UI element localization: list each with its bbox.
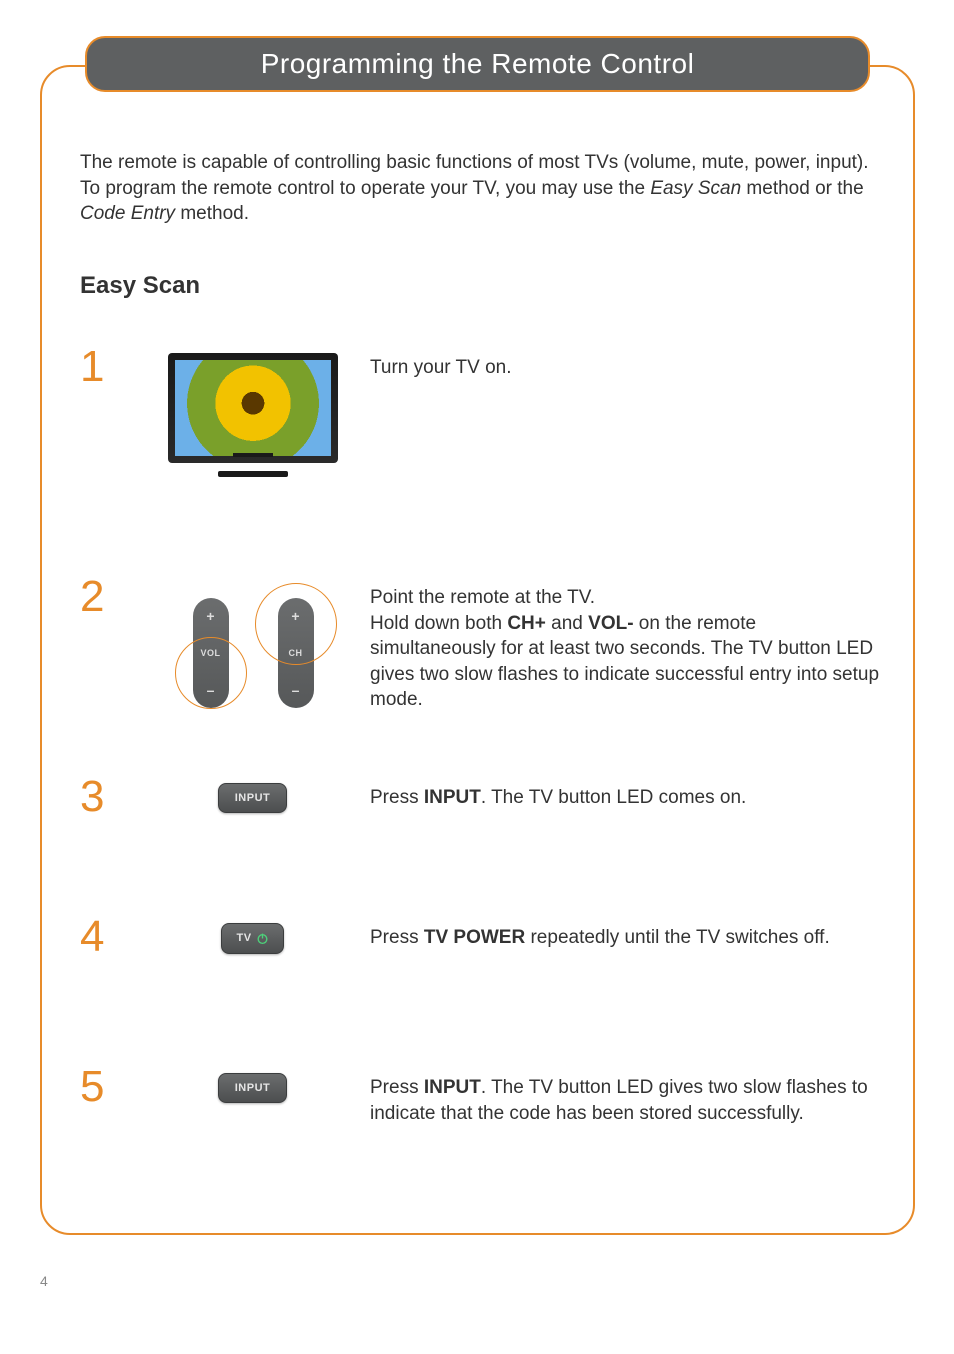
step-illustration: + VOL – + CH –: [135, 575, 370, 723]
plus-icon: +: [206, 608, 214, 624]
button-ref: INPUT: [424, 787, 481, 808]
step-text: Turn your TV on.: [370, 345, 880, 381]
minus-icon: –: [292, 682, 300, 698]
intro-method2: Code Entry: [80, 203, 175, 224]
highlight-circle-icon: [175, 637, 247, 709]
highlight-circle-icon: [255, 583, 337, 665]
button-ref: CH+: [507, 613, 546, 634]
step-number: 4: [80, 915, 135, 959]
input-button-icon: INPUT: [218, 783, 288, 813]
step-text-line: Press: [370, 1077, 424, 1098]
content-area: The remote is capable of controlling bas…: [80, 150, 880, 1195]
step-text-line: . The TV button LED comes on.: [481, 787, 746, 808]
input-label: INPUT: [235, 792, 271, 804]
step-3: 3 INPUT Press INPUT. The TV button LED c…: [80, 775, 880, 915]
step-number: 3: [80, 775, 135, 819]
page-number: 4: [40, 1273, 48, 1289]
step-text-line: Point the remote at the TV.: [370, 587, 595, 608]
intro-paragraph: The remote is capable of controlling bas…: [80, 150, 880, 227]
button-ref: TV POWER: [424, 927, 525, 948]
step-text-line: Press: [370, 927, 424, 948]
step-illustration: INPUT: [135, 1065, 370, 1103]
step-5: 5 INPUT Press INPUT. The TV button LED g…: [80, 1065, 880, 1195]
input-button-icon: INPUT: [218, 1073, 288, 1103]
step-number: 5: [80, 1065, 135, 1109]
step-text: Point the remote at the TV. Hold down bo…: [370, 575, 880, 713]
step-illustration: INPUT: [135, 775, 370, 813]
step-illustration: TV: [135, 915, 370, 954]
page-title-bar: Programming the Remote Control: [85, 36, 870, 92]
step-text-line: and: [546, 613, 588, 634]
page-title: Programming the Remote Control: [261, 48, 695, 80]
step-text-line: Press: [370, 787, 424, 808]
tv-power-button-icon: TV: [221, 923, 283, 954]
tv-icon: [168, 353, 338, 477]
step-text: Press INPUT. The TV button LED gives two…: [370, 1065, 880, 1126]
step-4: 4 TV Press TV POWER repeatedly until the…: [80, 915, 880, 1065]
button-ref: VOL-: [588, 613, 633, 634]
step-1: 1 Turn your TV on.: [80, 345, 880, 575]
step-text: Press INPUT. The TV button LED comes on.: [370, 775, 880, 811]
step-text: Press TV POWER repeatedly until the TV s…: [370, 915, 880, 951]
intro-method1: Easy Scan: [650, 178, 741, 199]
tv-label: TV: [236, 932, 251, 944]
step-number: 1: [80, 345, 135, 389]
intro-text: method.: [175, 203, 249, 224]
intro-text: method or the: [741, 178, 864, 199]
step-text-line: Hold down both: [370, 613, 507, 634]
step-text-line: repeatedly until the TV switches off.: [525, 927, 830, 948]
steps-list: 1 Turn your TV on. 2 + VOL –: [80, 345, 880, 1195]
section-heading: Easy Scan: [80, 272, 880, 300]
step-2: 2 + VOL – + CH –: [80, 575, 880, 775]
button-ref: INPUT: [424, 1077, 481, 1098]
input-label: INPUT: [235, 1082, 271, 1094]
power-icon: [256, 932, 269, 945]
step-illustration: [135, 345, 370, 477]
step-number: 2: [80, 575, 135, 619]
